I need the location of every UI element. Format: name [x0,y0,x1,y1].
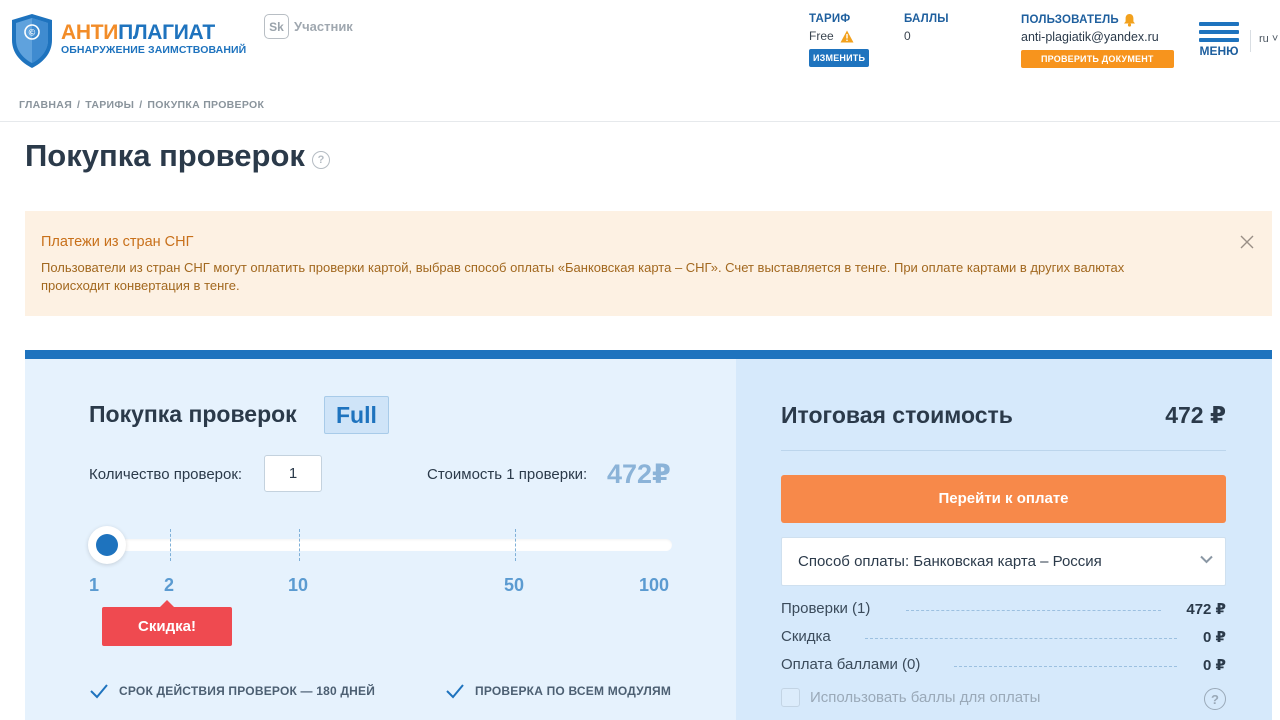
line-discount-amount: 0 ₽ [1203,629,1226,646]
breadcrumb-separator: / [77,99,81,111]
header: © АНТИПЛАГИАТ ОБНАРУЖЕНИЕ ЗАИМСТВОВАНИЙ … [0,0,1280,90]
points-value: 0 [904,29,911,43]
hamburger-icon [1199,22,1239,42]
logo[interactable]: © АНТИПЛАГИАТ ОБНАРУЖЕНИЕ ЗАИМСТВОВАНИЙ [8,12,246,70]
check-document-button[interactable]: ПРОВЕРИТЬ ДОКУМЕНТ [1021,50,1174,68]
close-icon[interactable] [1240,235,1254,249]
go-to-payment-button[interactable]: Перейти к оплате [781,475,1226,523]
logo-title: АНТИПЛАГИАТ [61,21,215,44]
unit-cost-label: Стоимость 1 проверки: [427,466,588,483]
alert-text: Пользователи из стран СНГ могут оплатить… [41,260,1125,293]
line-checks: Проверки (1) 472 ₽ [781,600,1226,620]
tariff-block: ТАРИФ Free ИЗМЕНИТЬ [809,13,870,67]
breadcrumb-current: ПОКУПКА ПРОВЕРОК [147,99,265,111]
quantity-slider-track[interactable] [95,539,672,551]
discount-tooltip: Скидка! [102,600,232,646]
shield-logo-icon: © [12,14,52,68]
bell-icon[interactable] [1123,13,1136,27]
line-discount-label: Скидка [781,628,831,645]
help-icon[interactable]: ? [1204,688,1226,710]
chevron-down-icon [1200,555,1213,564]
purchase-title: Покупка проверок [89,401,297,427]
breadcrumb-separator: / [139,99,143,111]
slider-label-50[interactable]: 50 [504,575,524,596]
use-points-label: Использовать баллы для оплаты [810,689,1041,706]
user-label-row: ПОЛЬЗОВАТЕЛЬ [1021,13,1174,27]
feature-all-modules-text: ПРОВЕРКА ПО ВСЕМ МОДУЛЯМ [475,684,672,698]
cis-payments-alert: Платежи из стран СНГ Пользователи из стр… [25,211,1272,316]
slider-label-1[interactable]: 1 [89,575,99,596]
menu-button[interactable]: МЕНЮ [1199,22,1239,58]
feature-validity-text: СРОК ДЕЙСТВИЯ ПРОВЕРОК — 180 ДНЕЙ [119,684,376,698]
payment-method-select[interactable]: Способ оплаты: Банковская карта – Россия [781,537,1226,586]
summary-panel: Итоговая стоимость 472 ₽ Перейти к оплат… [736,359,1272,720]
slider-tick [515,529,516,561]
slider-tick [170,529,171,561]
tariff-value: Free [809,29,834,43]
check-icon [90,684,108,699]
feature-all-modules: ПРОВЕРКА ПО ВСЕМ МОДУЛЯМ [445,683,671,699]
dotted-leader [906,610,1161,611]
skolkovo-badge: Sk Участник [264,14,353,39]
payment-method-value: Способ оплаты: Банковская карта – Россия [798,553,1102,570]
tariff-label: ТАРИФ [809,13,851,25]
points-block: БАЛЛЫ 0 [904,13,949,43]
language-value: ru [1259,33,1269,45]
summary-total: 472 ₽ [1165,402,1226,428]
slider-label-100[interactable]: 100 [639,575,669,596]
language-selector[interactable]: ru ˅ [1259,33,1278,45]
tariff-badge: Full [324,396,389,434]
user-email[interactable]: anti-plagiatik@yandex.ru [1021,30,1174,44]
slider-label-2[interactable]: 2 [164,575,174,596]
change-tariff-button[interactable]: ИЗМЕНИТЬ [809,49,870,67]
page-title: Покупка проверок ? [25,138,330,174]
dotted-leader [954,666,1177,667]
breadcrumb: ГЛАВНАЯ / ТАРИФЫ / ПОКУПКА ПРОВЕРОК [19,99,264,111]
slider-label-10[interactable]: 10 [288,575,308,596]
points-label: БАЛЛЫ [904,13,949,25]
line-points-amount: 0 ₽ [1203,657,1226,674]
purchase-top-bar [25,350,1272,359]
svg-text:©: © [29,28,36,38]
slider-tick [299,529,300,561]
user-block: ПОЛЬЗОВАТЕЛЬ anti-plagiatik@yandex.ru ПР… [1021,13,1174,68]
alert-title: Платежи из стран СНГ [41,234,194,250]
logo-subtitle: ОБНАРУЖЕНИЕ ЗАИМСТВОВАНИЙ [61,44,247,56]
breadcrumb-home[interactable]: ГЛАВНАЯ [19,99,72,111]
menu-label: МЕНЮ [1199,44,1239,58]
sk-icon: Sk [264,14,289,39]
user-label: ПОЛЬЗОВАТЕЛЬ [1021,14,1119,26]
page-title-text: Покупка проверок [25,138,305,173]
breadcrumb-tariffs[interactable]: ТАРИФЫ [85,99,134,111]
line-points-label: Оплата баллами (0) [781,656,921,673]
feature-validity: СРОК ДЕЙСТВИЯ ПРОВЕРОК — 180 ДНЕЙ [89,683,375,699]
warning-icon [840,30,854,42]
tariff-value-row: Free [809,29,869,43]
check-icon [446,684,464,699]
header-divider [1250,30,1251,52]
use-points-option[interactable]: Использовать баллы для оплаты [781,688,1040,707]
line-checks-label: Проверки (1) [781,600,871,617]
line-discount: Скидка 0 ₽ [781,628,1226,648]
line-points: Оплата баллами (0) 0 ₽ [781,656,1226,676]
sk-label: Участник [294,19,353,34]
chevron-down-icon: ˅ [1271,33,1279,45]
summary-title: Итоговая стоимость [781,402,1013,428]
quantity-label: Количество проверок: [89,466,243,483]
dotted-leader [865,638,1177,639]
quantity-input[interactable]: 1 [264,455,322,492]
summary-divider [781,450,1226,451]
header-divider-line [0,121,1280,122]
slider-handle[interactable] [88,526,126,564]
use-points-checkbox[interactable] [781,688,800,707]
purchase-panel: Покупка проверок Full Количество проверо… [25,359,736,720]
unit-cost-value: 472₽ [607,459,671,489]
line-checks-amount: 472 ₽ [1186,601,1226,618]
help-icon[interactable]: ? [311,151,330,169]
